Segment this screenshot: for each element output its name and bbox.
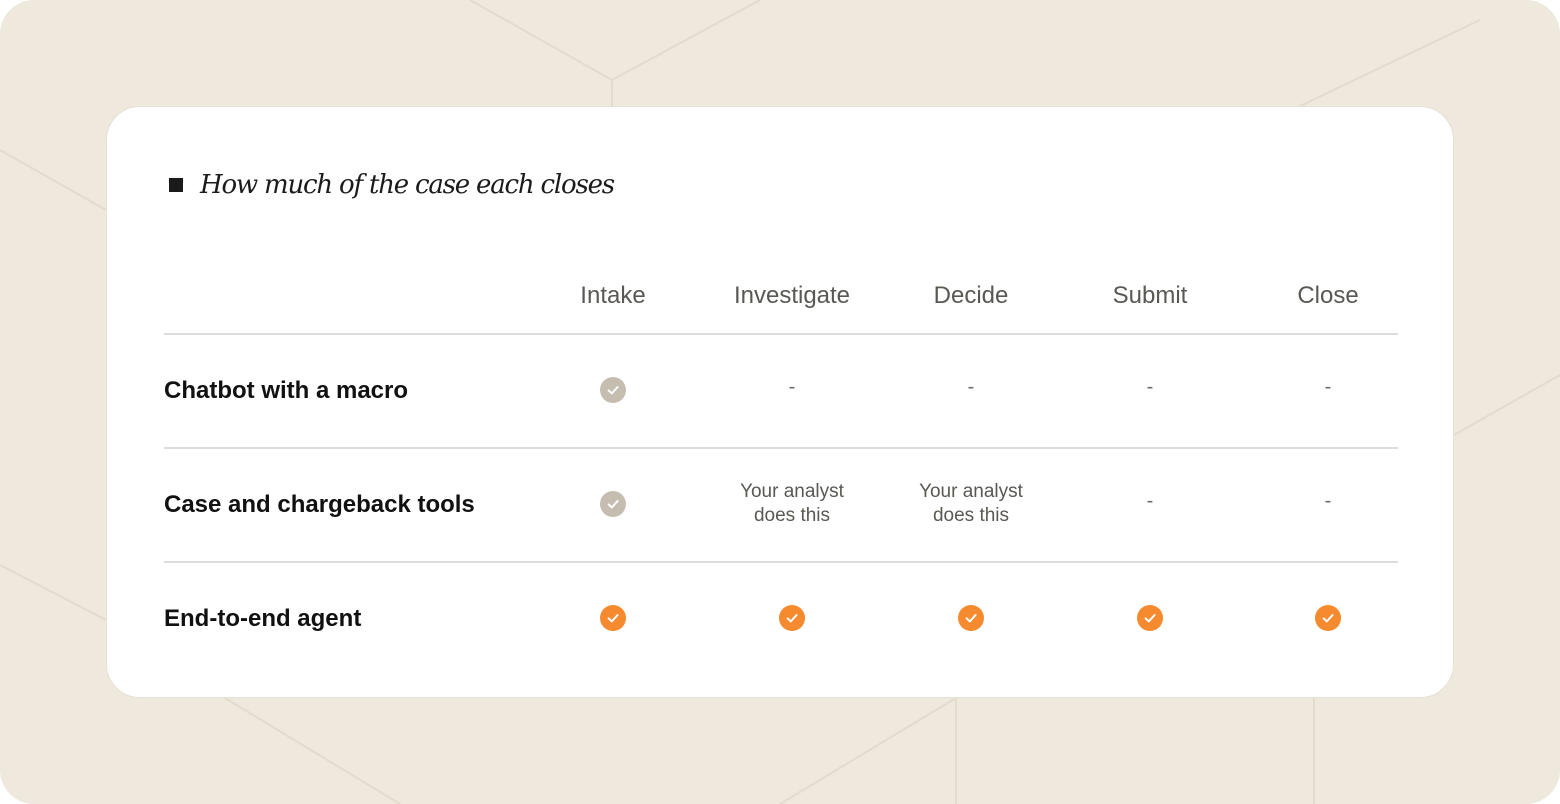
dash-placeholder: - bbox=[1146, 490, 1154, 512]
row-divider bbox=[164, 447, 1398, 449]
cell-row1-intake bbox=[528, 360, 698, 420]
cell-row2-investigate: Your analyst does this bbox=[707, 474, 877, 534]
check-icon bbox=[600, 605, 626, 631]
check-icon bbox=[958, 605, 984, 631]
dash-placeholder: - bbox=[788, 376, 796, 398]
cell-row2-submit: - bbox=[1065, 474, 1235, 534]
comparison-card: How much of the case each closes Intake … bbox=[106, 106, 1454, 698]
page-background: How much of the case each closes Intake … bbox=[0, 0, 1560, 804]
cell-row1-submit: - bbox=[1065, 360, 1235, 420]
analyst-note: Your analyst does this bbox=[919, 481, 1023, 526]
check-icon bbox=[600, 491, 626, 517]
card-title: How much of the case each closes bbox=[169, 165, 615, 205]
row-label-chatbot: Chatbot with a macro bbox=[164, 377, 409, 404]
cell-row1-decide: - bbox=[886, 360, 1056, 420]
column-header-investigate: Investigate bbox=[733, 282, 851, 309]
cell-row3-investigate bbox=[707, 588, 877, 648]
title-bullet-square bbox=[169, 178, 183, 192]
dash-placeholder: - bbox=[967, 376, 975, 398]
column-header-intake: Intake bbox=[580, 282, 646, 309]
cell-row3-close bbox=[1243, 588, 1413, 648]
check-icon bbox=[1137, 605, 1163, 631]
column-header-close: Close bbox=[1297, 282, 1359, 309]
cell-row3-decide bbox=[886, 588, 1056, 648]
check-icon bbox=[779, 605, 805, 631]
column-header-submit: Submit bbox=[1112, 282, 1188, 309]
header-divider bbox=[164, 333, 1398, 335]
dash-placeholder: - bbox=[1324, 376, 1332, 398]
analyst-note: Your analyst does this bbox=[740, 481, 844, 526]
row-label-agent: End-to-end agent bbox=[164, 605, 362, 632]
dash-placeholder: - bbox=[1146, 376, 1154, 398]
cell-row1-investigate: - bbox=[707, 360, 877, 420]
check-icon bbox=[1315, 605, 1341, 631]
column-header-decide: Decide bbox=[933, 282, 1009, 309]
cell-row1-close: - bbox=[1243, 360, 1413, 420]
cell-row3-submit bbox=[1065, 588, 1235, 648]
row-divider bbox=[164, 561, 1398, 563]
dash-placeholder: - bbox=[1324, 490, 1332, 512]
card-title-text: How much of the case each closes bbox=[200, 170, 615, 200]
cell-row2-intake bbox=[528, 474, 698, 534]
check-icon bbox=[600, 377, 626, 403]
cell-row2-close: - bbox=[1243, 474, 1413, 534]
row-label-case-tools: Case and chargeback tools bbox=[164, 491, 475, 518]
cell-row2-decide: Your analyst does this bbox=[886, 474, 1056, 534]
cell-row3-intake bbox=[528, 588, 698, 648]
